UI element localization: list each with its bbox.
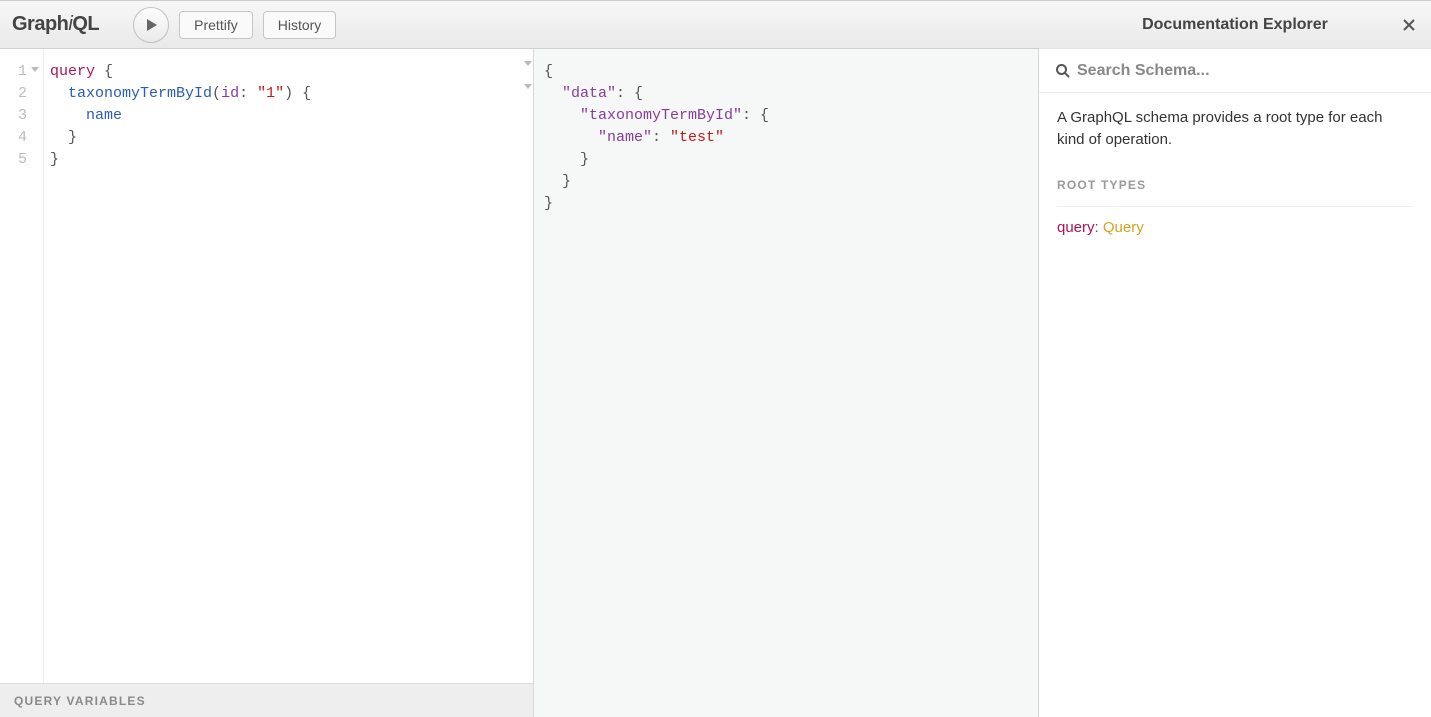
argument-name: id [221,85,239,102]
search-input[interactable] [1077,62,1415,80]
brace: } [68,129,77,146]
docs-search [1039,49,1431,93]
schema-description: A GraphQL schema provides a root type fo… [1057,107,1413,151]
brace: } [50,151,59,168]
close-docs-button[interactable] [1401,17,1417,33]
colon-brace: : { [616,85,643,102]
fold-icon[interactable] [31,67,39,72]
documentation-explorer: Documentation Explorer A GraphQL schema … [1039,49,1431,717]
paren: ) [284,85,293,102]
paren: ( [212,85,221,102]
field-name: name [86,107,122,124]
close-icon [1401,17,1417,33]
field-name: taxonomyTermById [68,85,212,102]
query-variables-label: Query Variables [14,694,146,708]
result-content[interactable]: { "data": { "taxonomyTermById": { "name"… [544,61,1028,215]
query-editor[interactable]: 1 2 3 4 5 query { taxonomyTermById(id: "… [0,49,533,683]
logo-text-right: QL [72,13,99,35]
execute-button[interactable] [133,7,169,43]
line-number: 1 [0,61,37,83]
fold-icon[interactable] [524,61,532,66]
brace: { [544,63,553,80]
line-number: 5 [0,149,37,171]
code-content[interactable]: query { taxonomyTermById(id: "1") { name… [44,49,319,683]
json-key: "name" [598,129,652,146]
docs-title: Documentation Explorer [1142,16,1328,34]
docs-header: Documentation Explorer [1039,1,1431,49]
search-icon [1055,63,1071,79]
brace: } [562,173,571,190]
line-gutter: 1 2 3 4 5 [0,49,44,683]
history-button[interactable]: History [263,11,337,39]
query-editor-column: 1 2 3 4 5 query { taxonomyTermById(id: "… [0,49,534,717]
docs-body: A GraphQL schema provides a root type fo… [1039,93,1431,253]
fold-icon[interactable] [524,84,532,89]
json-key: "data" [562,85,616,102]
play-icon [144,18,158,32]
brace: } [544,195,553,212]
brace: { [95,63,113,80]
brace: { [293,85,311,102]
brace: } [580,151,589,168]
colon-brace: : { [742,107,769,124]
line-number: 3 [0,105,37,127]
line-number: 4 [0,127,37,149]
json-key: "taxonomyTermById" [580,107,742,124]
line-number: 2 [0,83,37,105]
keyword: query [50,63,95,80]
root-field-name: query [1057,219,1095,236]
prettify-button[interactable]: Prettify [179,11,253,39]
string-value: "1" [257,85,284,102]
colon: : [239,85,257,102]
app-logo: GraphiQL [12,13,99,36]
result-fold-gutter [522,61,534,107]
query-variables-bar[interactable]: Query Variables [0,683,533,717]
colon: : [652,129,670,146]
main-area: 1 2 3 4 5 query { taxonomyTermById(id: "… [0,49,1431,717]
logo-text-left: Graph [12,13,68,35]
result-pane: { "data": { "taxonomyTermById": { "name"… [534,49,1039,717]
root-type-row: query: Query [1057,206,1413,239]
root-types-label: ROOT TYPES [1057,177,1413,194]
root-type-link[interactable]: Query [1103,219,1144,236]
json-string: "test" [670,129,724,146]
colon: : [1095,219,1103,236]
